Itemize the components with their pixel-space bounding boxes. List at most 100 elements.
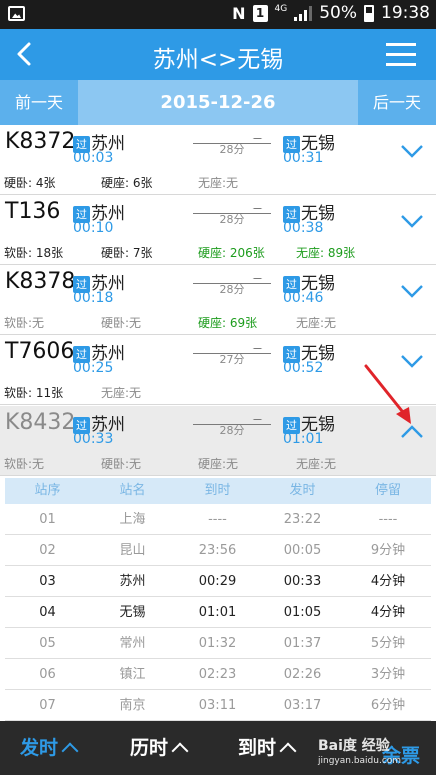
seat-info: 软卧: 11张	[4, 386, 64, 400]
prev-day-button[interactable]: 前一天	[0, 80, 78, 125]
column-header: 站名	[119, 483, 146, 498]
train-number: T136	[5, 199, 61, 224]
stop-stay: ----	[378, 512, 398, 527]
battery-icon	[364, 4, 374, 22]
seat-info: 硬卧:无	[101, 316, 142, 330]
stop-stay: 4分钟	[370, 574, 406, 589]
stop-stay: 5分钟	[370, 636, 406, 651]
stop-departure: 00:05	[283, 543, 322, 558]
train-item[interactable]: K8378 过苏州 00:18 28分 过无锡 00:46 软卧:无 硬卧:无 …	[0, 265, 436, 335]
clock: 19:38	[381, 3, 430, 23]
next-day-button[interactable]: 后一天	[358, 80, 436, 125]
caret-up-icon	[61, 742, 79, 760]
train-number: K8372	[5, 129, 76, 154]
column-header: 站序	[34, 483, 61, 498]
train-number: K8432	[5, 410, 76, 435]
stop-seq: 05	[39, 636, 56, 651]
stop-departure: 02:26	[283, 667, 322, 682]
current-date[interactable]: 2015-12-26	[78, 80, 358, 125]
stop-seq: 01	[39, 512, 56, 527]
departure-time: 00:18	[73, 290, 114, 306]
seat-info: 软卧:无	[4, 316, 45, 330]
seat-info: 无座:无	[296, 457, 337, 471]
train-number: T7606	[5, 339, 75, 364]
page-title: 苏州<>无锡	[152, 47, 284, 73]
sort-by-duration-tab[interactable]: 历时	[130, 733, 189, 760]
seat-available: 硬座: 69张	[198, 316, 258, 330]
seat-info: 无座:无	[198, 176, 239, 190]
stop-departure: 00:33	[283, 574, 322, 589]
stops-table-header: 站序 站名 到时 发时 停留	[5, 478, 431, 504]
seat-info: 软卧: 18张	[4, 246, 64, 260]
arrival-time: 01:01	[283, 431, 324, 447]
arrival-time: 00:46	[283, 290, 324, 306]
seat-info: 无座:无	[101, 386, 142, 400]
table-row: 05 常州 01:32 01:37 5分钟	[5, 628, 431, 659]
chevron-down-icon[interactable]	[400, 141, 424, 161]
battery-percent: 50%	[319, 3, 357, 23]
stops-table: 站序 站名 到时 发时 停留 01 上海 ---- 23:22 ---- 02 …	[0, 478, 436, 721]
table-row: 03 苏州 00:29 00:33 4分钟	[5, 566, 431, 597]
nav-bar: 苏州<>无锡	[0, 29, 436, 80]
arrival-time: 00:38	[283, 220, 324, 236]
stop-arrival: 23:56	[198, 543, 237, 558]
train-item[interactable]: T136 过苏州 00:10 28分 过无锡 00:38 软卧: 18张 硬卧:…	[0, 195, 436, 265]
stop-stay: 9分钟	[370, 543, 406, 558]
stop-stay: 4分钟	[370, 605, 406, 620]
stop-departure: 01:37	[283, 636, 322, 651]
column-header: 发时	[289, 483, 316, 498]
seat-available: 无座: 89张	[296, 246, 356, 260]
stop-departure: 03:17	[283, 698, 322, 713]
gallery-notification-icon	[8, 6, 25, 21]
status-bar: N 1 4G 50% 19:38	[0, 0, 436, 29]
trip-duration: 28分	[219, 213, 245, 226]
stop-arrival: 01:32	[198, 636, 237, 651]
stop-stay: 6分钟	[370, 698, 406, 713]
train-number: K8378	[5, 269, 76, 294]
status-icons: N 1 4G 50% 19:38	[232, 3, 430, 23]
annotation-arrow-icon	[364, 364, 411, 424]
stop-name: 镇江	[119, 667, 146, 682]
seat-info: 无座: 89张	[296, 244, 355, 261]
stop-seq: 06	[39, 667, 56, 682]
stop-departure: 01:05	[283, 605, 322, 620]
chevron-down-icon[interactable]	[400, 211, 424, 231]
seat-info: 硬卧: 7张	[101, 246, 153, 260]
signal-icon	[294, 5, 313, 21]
network-type: 4G	[274, 3, 288, 14]
tab-label: 发时	[20, 737, 59, 759]
arrival-time: 00:52	[283, 360, 324, 376]
stop-arrival: 03:11	[198, 698, 237, 713]
seat-available: 硬座: 206张	[198, 246, 265, 260]
column-header: 到时	[204, 483, 231, 498]
sort-by-arrival-tab[interactable]: 到时	[238, 733, 297, 760]
train-item[interactable]: K8372 过苏州 00:03 28分 过无锡 00:31 硬卧: 4张 硬座:…	[0, 125, 436, 195]
seat-info: 软卧:无	[4, 457, 45, 471]
chevron-down-icon[interactable]	[400, 281, 424, 301]
table-row: 07 南京 03:11 03:17 6分钟	[5, 690, 431, 721]
sort-by-departure-tab[interactable]: 发时	[20, 733, 79, 760]
trip-duration: 27分	[219, 353, 245, 366]
seat-info: 硬座: 69张	[198, 314, 257, 331]
stop-arrival: 02:23	[198, 667, 237, 682]
stop-name: 南京	[119, 698, 146, 713]
menu-icon[interactable]	[386, 43, 416, 67]
nfc-icon: N	[232, 3, 246, 23]
column-header: 停留	[374, 483, 401, 498]
caret-up-icon	[279, 742, 297, 760]
table-row: 04 无锡 01:01 01:05 4分钟	[5, 597, 431, 628]
departure-time: 00:33	[73, 431, 114, 447]
sim-icon: 1	[252, 4, 268, 22]
seat-info: 无座:无	[296, 316, 337, 330]
trip-duration: 28分	[219, 283, 245, 296]
stop-seq: 02	[39, 543, 56, 558]
caret-up-icon	[171, 742, 189, 760]
remaining-tickets-tab[interactable]: 余票	[382, 741, 420, 768]
stop-name: 无锡	[119, 605, 146, 620]
table-row: 01 上海 ---- 23:22 ----	[5, 504, 431, 535]
stop-departure: 23:22	[283, 512, 322, 527]
stop-seq: 07	[39, 698, 56, 713]
trip-duration: 28分	[219, 143, 245, 156]
sort-tab-bar: 发时 历时 到时 余票	[0, 721, 436, 775]
seat-info: 硬座: 6张	[101, 176, 153, 190]
